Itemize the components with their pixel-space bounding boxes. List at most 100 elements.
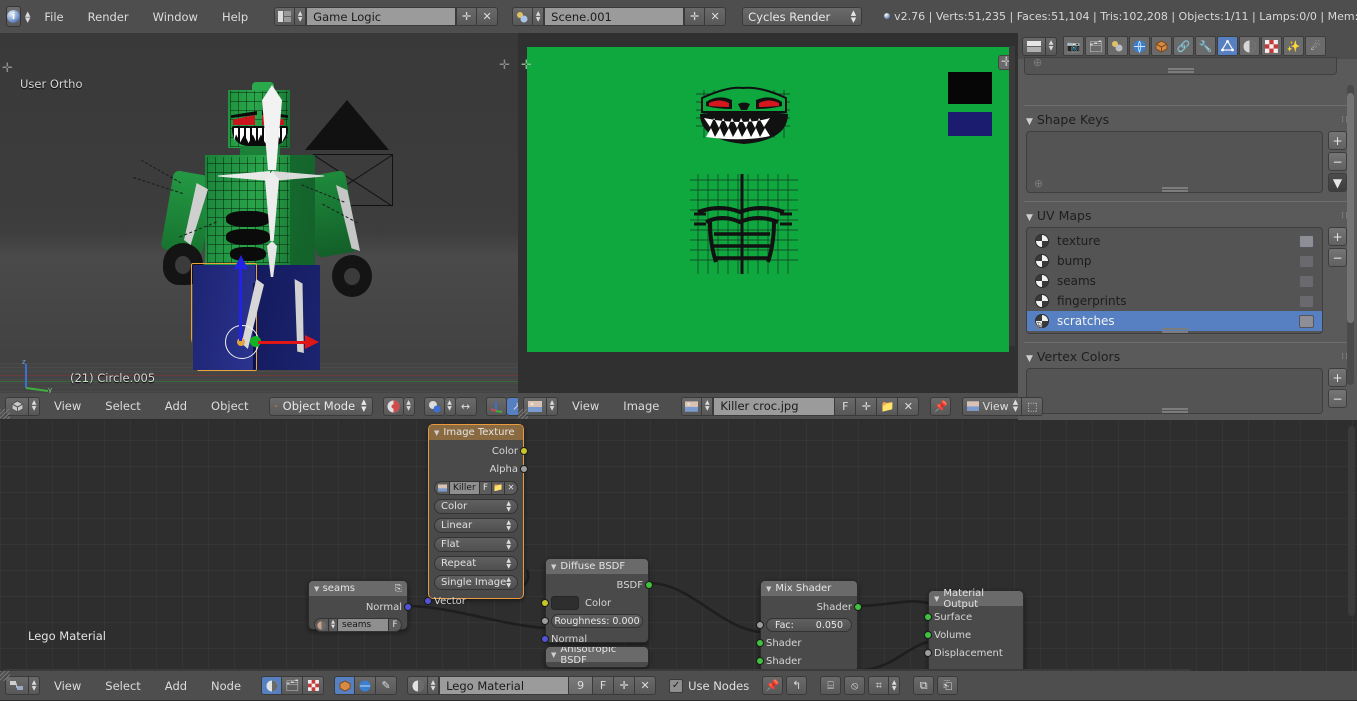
menu-window[interactable]: Window xyxy=(143,7,208,27)
material-icon[interactable] xyxy=(1239,36,1260,56)
render-layers-icon[interactable]: 🗂 xyxy=(1085,36,1106,56)
interpolation-dropdown[interactable]: Linear ▲▼ xyxy=(434,518,518,533)
projection-dropdown[interactable]: Flat ▲▼ xyxy=(434,537,518,552)
shape-key-add-button[interactable]: + xyxy=(1328,131,1347,150)
snap-toggle-button[interactable]: ⌗ xyxy=(868,676,889,695)
properties-editor[interactable]: ▲▼ 📷 🗂 🔗 🔧 ✨ ☄ ⊕ xyxy=(1018,33,1357,420)
node-options-icon[interactable]: ⎘ xyxy=(395,584,402,594)
node-output-shader[interactable]: Shader xyxy=(766,600,852,614)
fac-slider[interactable]: Fac: 0.050 xyxy=(766,618,852,632)
socket-roughness[interactable] xyxy=(541,617,549,625)
gizmo-z-axis[interactable] xyxy=(239,261,242,341)
node-image-open-button[interactable]: 📁 xyxy=(492,481,505,495)
node-header[interactable]: ▼ Material Output xyxy=(929,591,1023,606)
material-name-field[interactable]: Lego Material xyxy=(439,676,569,695)
seams-uvmap-node[interactable]: ▼ seams ⎘ Normal ▲▼ seams F xyxy=(308,580,408,630)
vertex-colors-list[interactable]: ⊕ xyxy=(1026,368,1323,414)
image-texture-node[interactable]: ▼ Image Texture Color Alpha Killer F 📁 ✕ xyxy=(428,424,524,599)
node-collapse-triangle-icon[interactable]: ▼ xyxy=(434,429,439,437)
uv-render-camera-icon[interactable] xyxy=(1299,235,1314,248)
uv-render-camera-icon[interactable] xyxy=(1299,275,1314,288)
line-style-shader-icon[interactable]: ✎ xyxy=(376,676,397,695)
node-collapse-triangle-icon[interactable]: ▼ xyxy=(551,651,556,659)
texture-nodes-icon[interactable] xyxy=(303,676,324,695)
vertex-colors-resize-grip[interactable] xyxy=(1162,408,1188,410)
node-output-normal[interactable]: Normal xyxy=(314,600,402,614)
world-shader-type-icon[interactable] xyxy=(355,676,376,695)
viewport-menu-object[interactable]: Object xyxy=(201,396,258,416)
menu-help[interactable]: Help xyxy=(212,7,258,27)
socket-shader-1[interactable] xyxy=(756,639,764,647)
uv-render-camera-icon[interactable] xyxy=(1299,255,1314,268)
node-input-surface[interactable]: Surface xyxy=(934,610,1018,624)
viewport-shading-spinner[interactable]: ▲▼ xyxy=(404,397,415,416)
uv-maps-add-row-icon[interactable]: ⊕ xyxy=(1034,319,1043,332)
roughness-slider[interactable]: Roughness: 0.000 xyxy=(551,614,643,628)
viewport-menu-add[interactable]: Add xyxy=(155,396,197,416)
editor-type-spinner[interactable]: ▲▼ xyxy=(25,11,30,23)
viewport-properties-handle[interactable]: ✛ xyxy=(499,58,510,73)
node-backdrop-link-button[interactable]: ⦸ xyxy=(844,676,865,695)
node-collapse-triangle-icon[interactable]: ▼ xyxy=(766,585,771,593)
socket-bsdf[interactable] xyxy=(645,581,653,589)
node-collapse-triangle-icon[interactable]: ▼ xyxy=(314,585,319,593)
image-datablock-spinner[interactable]: ▲▼ xyxy=(702,397,713,416)
node-input-shader-1[interactable]: Shader xyxy=(766,636,852,650)
screen-layout-spinner[interactable]: ▲▼ xyxy=(295,7,306,26)
uv-map-remove-button[interactable]: − xyxy=(1328,248,1347,267)
material-fake-user-button[interactable]: F xyxy=(593,676,614,695)
editor-type-spinner-props[interactable]: ▲▼ xyxy=(1046,37,1057,56)
material-datablock-icon[interactable] xyxy=(407,676,428,695)
socket-normal-in[interactable] xyxy=(541,635,549,643)
uv-tool-shelf-handle[interactable]: ✛ xyxy=(521,58,532,73)
scene-icon[interactable] xyxy=(1107,36,1128,56)
list-item[interactable]: texture xyxy=(1027,231,1322,251)
shape-keys-list[interactable]: ⊕ xyxy=(1026,131,1323,193)
vertex-color-remove-button[interactable]: − xyxy=(1328,389,1347,408)
socket-vector[interactable] xyxy=(424,597,432,605)
material-users-count[interactable]: 9 xyxy=(569,676,593,695)
node-output-alpha[interactable]: Alpha xyxy=(434,462,518,476)
fake-user-button[interactable]: F xyxy=(835,397,856,416)
color-space-dropdown[interactable]: Color ▲▼ xyxy=(434,499,518,514)
diffuse-bsdf-node[interactable]: ▼ Diffuse BSDF BSDF Color Roughness: 0.0… xyxy=(545,558,649,643)
material-new-button[interactable]: ✛ xyxy=(614,676,635,695)
node-collapse-triangle-icon[interactable]: ▼ xyxy=(934,595,939,603)
node-input-volume[interactable]: Volume xyxy=(934,628,1018,642)
use-nodes-checkbox[interactable]: ✓ xyxy=(669,679,683,693)
panel-vertex-colors-header[interactable]: ▼ Vertex Colors ⁞⁞ xyxy=(1018,345,1357,368)
node-header[interactable]: ▼ Anisotropic BSDF xyxy=(546,647,648,662)
node-input-displacement[interactable]: Displacement xyxy=(934,646,1018,660)
material-output-node[interactable]: ▼ Material Output Surface Volume Displac… xyxy=(928,590,1024,675)
material-datablock-spinner[interactable]: ▲▼ xyxy=(428,676,439,695)
node-header[interactable]: ▼ Diffuse BSDF xyxy=(546,559,648,574)
editor-type-icon[interactable] xyxy=(1022,37,1046,56)
list-item[interactable]: bump xyxy=(1027,251,1322,271)
blender-logo-button[interactable]: i xyxy=(6,6,21,27)
compositing-nodes-icon[interactable]: 🗂 xyxy=(282,676,303,695)
node-menu-node[interactable]: Node xyxy=(201,676,251,696)
physics-icon[interactable]: ☄ xyxy=(1305,36,1326,56)
unlink-image-button[interactable]: ✕ xyxy=(898,397,919,416)
scene-icon[interactable] xyxy=(512,7,533,26)
shape-keys-resize-grip[interactable] xyxy=(1162,187,1188,189)
viewport-editor-type-spinner[interactable]: ▲▼ xyxy=(29,397,40,416)
uv-maps-resize-grip[interactable] xyxy=(1162,328,1188,330)
pin-node-tree-button[interactable]: 📌 xyxy=(762,676,783,695)
properties-scrollbar-thumb[interactable] xyxy=(1347,93,1354,323)
socket-normal[interactable] xyxy=(404,603,412,611)
node-collapse-triangle-icon[interactable]: ▼ xyxy=(551,563,556,571)
pivot-point-spinner[interactable]: ▲▼ xyxy=(445,397,456,416)
material-unlink-button[interactable]: ✕ xyxy=(635,676,656,695)
scene-field[interactable]: Scene.001 xyxy=(544,7,684,26)
node-header[interactable]: ▼ Image Texture xyxy=(429,425,523,440)
socket-volume[interactable] xyxy=(924,631,932,639)
render-engine-dropdown[interactable]: Cycles Render ▲▼ xyxy=(742,7,862,26)
node-area-corner-handle[interactable] xyxy=(0,671,10,681)
node-image-datablock-icon[interactable] xyxy=(434,481,450,495)
uv-menu-view[interactable]: View xyxy=(562,396,609,416)
node-menu-select[interactable]: Select xyxy=(95,676,150,696)
object-shader-type-icon[interactable] xyxy=(334,676,355,695)
uv-pivot-dropdown[interactable]: View ▲▼ xyxy=(962,397,1022,416)
panel-shape-keys-header[interactable]: ▼ Shape Keys ⁞⁞ xyxy=(1018,108,1357,131)
